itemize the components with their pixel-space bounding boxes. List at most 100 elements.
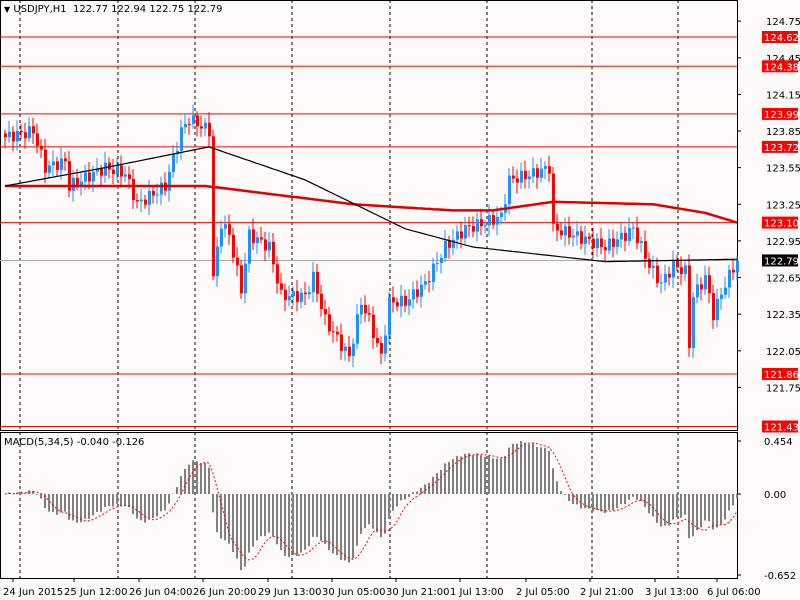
candle-body [524, 170, 527, 179]
candle-body [44, 149, 47, 173]
candle-body [716, 298, 719, 321]
candle-body [632, 227, 635, 229]
ohlc-values: 122.77 122.94 122.75 122.79 [73, 4, 223, 15]
candle-body [308, 292, 311, 295]
candle-body [528, 176, 531, 179]
candle-body [12, 131, 15, 142]
candle-body [344, 346, 347, 351]
time-tick-label: 3 Jul 13:00 [645, 587, 699, 598]
candle-body [260, 237, 263, 240]
candle-body [624, 232, 627, 241]
candle-body [40, 145, 43, 150]
candle-body [324, 309, 327, 315]
candle-body [212, 136, 215, 277]
candle-body [132, 178, 135, 201]
candle-body [648, 258, 651, 268]
price-tick-label: 122.95 [766, 237, 800, 248]
candle-body [704, 275, 707, 290]
candle-body [520, 170, 523, 183]
candle-body [644, 241, 647, 259]
candle-body [276, 264, 279, 284]
candle-body [188, 123, 191, 125]
candle-body [384, 335, 387, 354]
candle-body [240, 265, 243, 294]
candle-body [264, 239, 267, 251]
candle-body [16, 130, 19, 142]
candle-body [612, 238, 615, 247]
level-label: 123.99 [764, 110, 799, 121]
current-price-label: 122.79 [764, 256, 799, 267]
candle-body [484, 225, 487, 227]
time-tick-label: 30 Jun 05:00 [322, 587, 386, 598]
candle-body [588, 236, 591, 239]
candle-body [388, 297, 391, 336]
candle-body [356, 314, 359, 344]
candle-body [616, 239, 619, 247]
candle-body [424, 281, 427, 285]
candle-body [156, 194, 159, 196]
candle-body [436, 262, 439, 264]
candle-body [180, 127, 183, 151]
candle-body [736, 260, 739, 273]
candle-body [396, 302, 399, 307]
time-tick-label: 24 Jun 2015 [3, 587, 63, 598]
candle-body [596, 238, 599, 249]
price-tick-label: 122.35 [766, 310, 800, 321]
candle-body [252, 229, 255, 243]
candle-body [224, 224, 227, 229]
candle-body [328, 314, 331, 332]
candle-body [236, 257, 239, 266]
candle-body [572, 235, 575, 238]
candle-body [320, 293, 323, 310]
candle-body [120, 165, 123, 177]
candle-body [540, 168, 543, 178]
time-tick-label: 1 Jul 13:00 [450, 587, 504, 598]
level-label: 121.86 [764, 370, 799, 381]
candle-body [408, 299, 411, 306]
time-tick-label: 30 Jun 21:00 [386, 587, 450, 598]
candle-body [184, 123, 187, 128]
candle-body [640, 241, 643, 244]
candle-body [732, 269, 735, 273]
candle-body [668, 273, 671, 278]
price-tick-label: 123.25 [766, 200, 800, 211]
candle-body [416, 289, 419, 297]
candle-body [116, 165, 119, 175]
candle-body [192, 115, 195, 124]
candle-body [220, 228, 223, 247]
dropdown-triangle-icon[interactable]: ▼ [4, 5, 10, 14]
macd-tick-label: 0.454 [764, 437, 793, 448]
candle-body [636, 227, 639, 244]
level-label: 121.43 [764, 422, 799, 433]
candle-body [284, 289, 287, 301]
candle-body [20, 130, 23, 133]
level-label: 124.38 [764, 62, 799, 73]
moving-average-slow [5, 184, 738, 224]
candle-body [684, 265, 687, 275]
candle-body [136, 200, 139, 202]
candle-body [652, 265, 655, 268]
candle-body [444, 240, 447, 258]
candle-body [56, 161, 59, 171]
macd-tick-label: -0.652 [764, 571, 796, 582]
candle-body [700, 284, 703, 290]
candle-body [248, 229, 251, 264]
time-tick-label: 2 Jul 21:00 [580, 587, 634, 598]
candle-body [372, 314, 375, 338]
candle-body [380, 343, 383, 354]
candle-body [488, 215, 491, 226]
price-tick-label: 124.15 [766, 90, 800, 101]
candle-body [292, 291, 295, 297]
candle-body [80, 181, 83, 186]
candle-body [448, 240, 451, 248]
candle-body [8, 131, 11, 138]
candle-body [664, 273, 667, 283]
candle-body [204, 122, 207, 129]
candle-body [256, 237, 259, 243]
candle-body [232, 234, 235, 258]
candle-body [172, 154, 175, 172]
candle-body [208, 122, 211, 137]
price-chart[interactable]: 124.75124.45124.15123.85123.55123.25122.… [0, 0, 800, 600]
candle-body [536, 168, 539, 178]
candle-body [392, 297, 395, 303]
